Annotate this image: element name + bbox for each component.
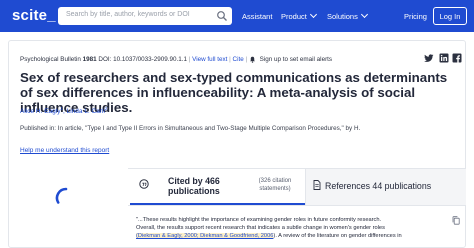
snippet-line: (Diekman & Eagly, 2000; Diekman & Goodfr…: [136, 232, 436, 240]
article-meta-row: Psychological Bulletin 1981 DOI: 10.1037…: [20, 56, 332, 63]
linkedin-icon[interactable]: [439, 53, 449, 63]
citation-snippet: "...These results highlight the importan…: [136, 216, 436, 240]
nav-assistant[interactable]: Assistant: [242, 12, 272, 21]
login-button[interactable]: Log In: [433, 7, 467, 25]
cite-link[interactable]: Cite: [233, 56, 244, 63]
snippet-line: "...These results highlight the importan…: [136, 217, 382, 223]
publication-year: 1981: [82, 56, 97, 64]
view-full-text-link[interactable]: View full text: [192, 56, 227, 63]
scite-logo[interactable]: scite_: [12, 7, 56, 24]
search-placeholder: Search by title, author, keywords or DOI: [66, 11, 190, 18]
search-input[interactable]: Search by title, author, keywords or DOI: [58, 7, 232, 25]
facebook-icon[interactable]: [452, 53, 462, 63]
author-name: Alice H. Eagly: [20, 108, 61, 116]
published-in: Published in: In article, "Type I and Ty…: [20, 125, 361, 132]
document-icon: [313, 180, 321, 190]
search-icon[interactable]: [216, 10, 228, 22]
nav-product-label: Product: [281, 12, 307, 21]
nav-solutions-label: Solutions: [327, 12, 358, 21]
nav-pricing[interactable]: Pricing: [404, 12, 427, 21]
divider: |: [245, 56, 248, 64]
cited-by-count: Cited by 466 publications: [168, 176, 220, 196]
loading-spinner-icon: [55, 187, 68, 204]
nav-solutions[interactable]: Solutions: [327, 10, 368, 21]
nav-product[interactable]: Product: [281, 10, 317, 21]
references-count: References 44 publications: [325, 181, 432, 191]
chevron-down-icon: [309, 10, 317, 19]
author-name: Linda L. Carli: [66, 108, 105, 116]
author-affiliation-marker: 1: [60, 106, 63, 111]
login-label: Log In: [439, 12, 461, 21]
author-link[interactable]: Alice H. Eagly1: [20, 106, 63, 116]
author-list: Alice H. Eagly1, Linda L. Carli2: [20, 106, 108, 116]
email-alert-link[interactable]: Sign up to set email alerts: [260, 56, 332, 63]
twitter-icon[interactable]: [424, 53, 434, 63]
divider: |: [188, 56, 191, 64]
help-understand-report-link[interactable]: Help me understand this report: [20, 147, 109, 154]
author-link[interactable]: Linda L. Carli2: [66, 106, 108, 116]
snippet-line: Overall, the results support recent rese…: [136, 225, 385, 231]
bell-icon: [249, 56, 255, 63]
top-navbar: scite_ Search by title, author, keywords…: [0, 0, 474, 32]
copy-icon[interactable]: [452, 216, 460, 225]
journal-name[interactable]: Psychological Bulletin: [20, 56, 81, 63]
chevron-down-icon: [360, 10, 368, 19]
quote-bubble-icon: [139, 179, 149, 189]
citation-statements-count: (326 citation statements): [258, 178, 292, 192]
divider: |: [229, 56, 231, 64]
doi[interactable]: DOI: 10.1037/0033-2909.90.1.1: [98, 56, 187, 63]
snippet-text: ). A review of the literature on gender …: [273, 233, 402, 239]
citation-link[interactable]: (Diekman & Eagly, 2000; Diekman & Goodfr…: [136, 233, 274, 239]
author-affiliation-marker: 2: [104, 106, 108, 111]
